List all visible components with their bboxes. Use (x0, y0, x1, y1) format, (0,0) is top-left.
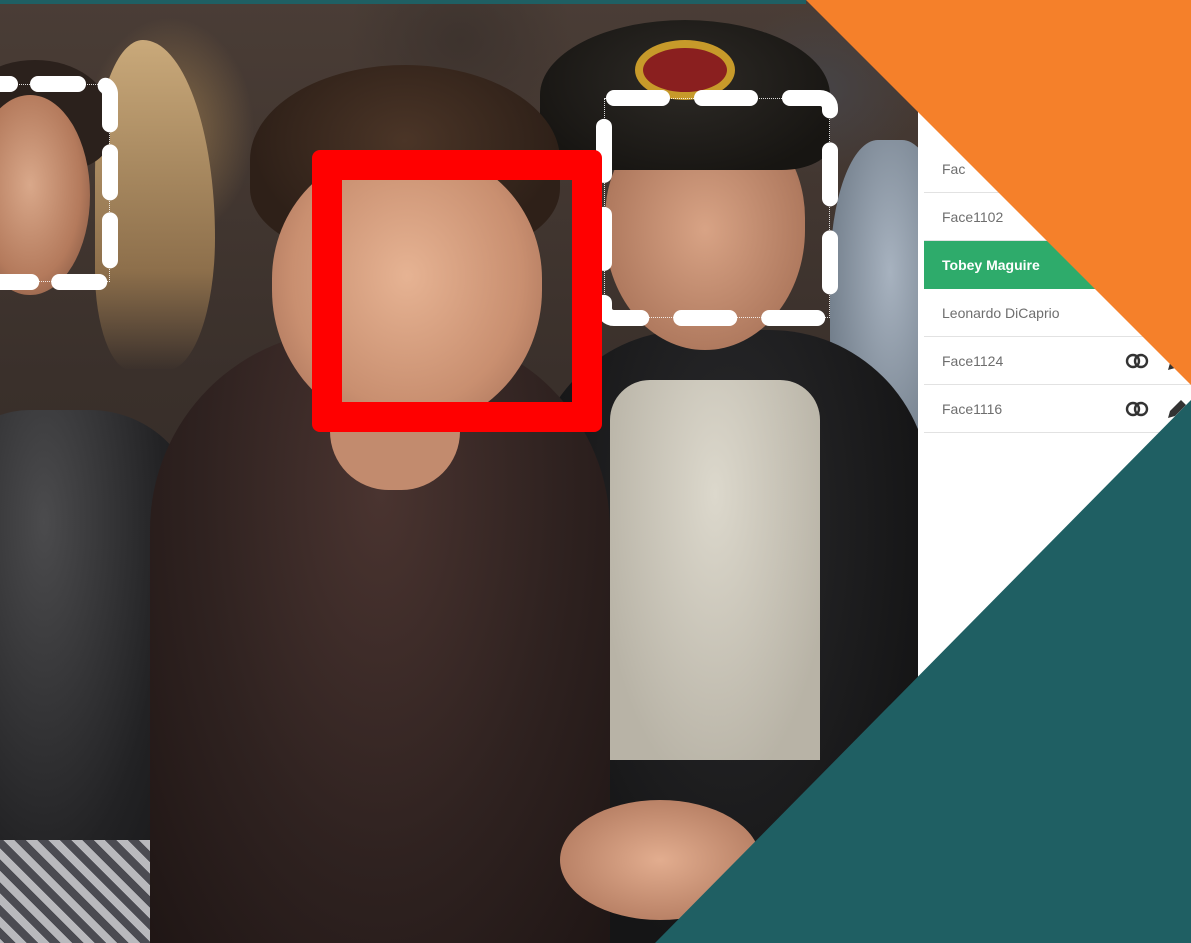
face-box-unselected-left[interactable] (0, 76, 118, 290)
face-box-dashes (596, 90, 838, 326)
faces-panel: Fac Face1102 Tobey Maguire Leonardo DiCa… (918, 0, 1191, 943)
screenshot-stage: Fac Face1102 Tobey Maguire Leonardo DiCa… (0, 0, 1191, 943)
face-list-item-label: Face1124 (942, 352, 1004, 369)
merge-icon[interactable] (1124, 396, 1150, 422)
face-list-item-label: Fac (942, 160, 966, 177)
merge-icon[interactable] (1124, 348, 1150, 374)
face-list-item-label: Face1116 (942, 400, 1003, 417)
photo-canvas[interactable] (0, 0, 918, 943)
face-list-item[interactable]: Face1124 (924, 337, 1191, 385)
tobey-hands (560, 800, 760, 920)
face-box-selected[interactable] (312, 150, 602, 432)
face-list-item[interactable]: Face1116 (924, 385, 1191, 433)
face-list-item-label: Tobey Maguire (942, 257, 1040, 273)
face-box-dashes (0, 76, 118, 290)
edit-icon[interactable] (1164, 348, 1190, 374)
edit-icon[interactable] (1164, 396, 1190, 422)
face-list-item[interactable]: Face1102 (924, 193, 1191, 241)
face-list-item[interactable]: Fac (924, 145, 1191, 193)
face-list-item-active[interactable]: Tobey Maguire (924, 241, 1191, 289)
leo-shirt (610, 380, 820, 760)
face-list-item-label: Leonardo DiCaprio (942, 304, 1060, 321)
top-accent-bar (0, 0, 806, 4)
face-box-unselected-right[interactable] (596, 90, 838, 326)
face-list-item-label: Face1102 (942, 208, 1004, 225)
face-list-item[interactable]: Leonardo DiCaprio (924, 289, 1191, 337)
